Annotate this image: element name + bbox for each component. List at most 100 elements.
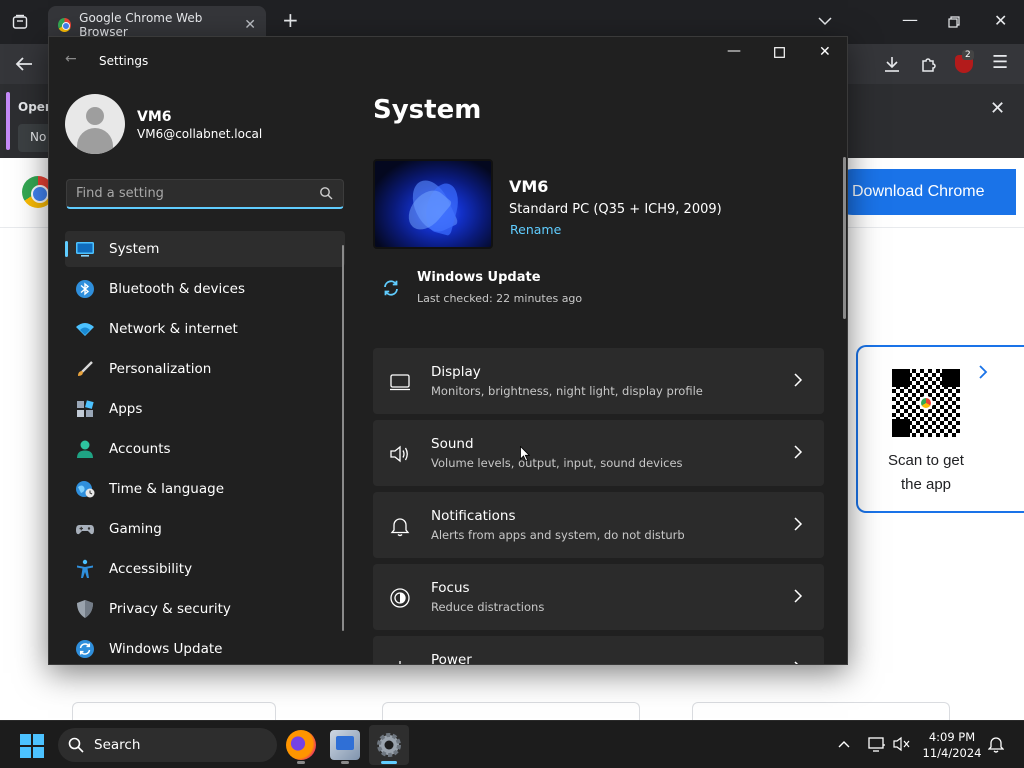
content-scrollbar[interactable] (843, 157, 846, 319)
update-icon (76, 640, 94, 658)
qr-caption-line2: the app (900, 476, 952, 493)
sidebar-scrollbar[interactable] (342, 245, 344, 631)
apps-icon (77, 400, 94, 417)
brush-icon (78, 361, 93, 376)
accessibility-icon (77, 559, 93, 578)
pc-name: VM6 (509, 177, 549, 196)
info-bar-close-icon[interactable]: ✕ (990, 98, 1005, 119)
sidebar-item-personalization[interactable]: Personalization (65, 351, 345, 387)
qr-caption-line1: Scan to get (888, 452, 964, 469)
sidebar-item-gaming[interactable]: Gaming (65, 511, 345, 547)
sidebar-item-accessibility[interactable]: Accessibility (65, 551, 345, 587)
chevron-right-icon[interactable] (978, 365, 988, 379)
qr-caption: Scan to get the app (858, 449, 994, 497)
avatar[interactable] (65, 94, 125, 154)
sidebar-item-bluetooth[interactable]: Bluetooth & devices (65, 271, 345, 307)
notification-bell-icon[interactable] (988, 735, 1004, 753)
tab-list-chevron-icon[interactable] (818, 16, 832, 26)
mouse-cursor-icon (520, 446, 530, 462)
speaker-icon (390, 445, 408, 463)
maximize-icon[interactable] (774, 47, 785, 58)
show-hidden-icons-chevron-icon[interactable] (838, 740, 850, 748)
clock-date: 11/4/2024 (922, 746, 982, 760)
globe-clock-icon (76, 481, 95, 498)
card-subtitle: Alerts from apps and system, do not dist… (431, 528, 685, 542)
monitor-icon (390, 374, 410, 391)
user-name: VM6 (137, 109, 172, 125)
card-title: Focus (431, 580, 470, 596)
sidebar-item-label: Privacy & security (109, 601, 231, 617)
tab-close-icon[interactable]: ✕ (244, 17, 256, 33)
remote-desktop-icon[interactable] (330, 730, 360, 760)
settings-window: ← Settings — ✕ VM6 VM6@collabnet.local S… (48, 36, 848, 665)
restore-icon[interactable] (948, 16, 960, 28)
focus-icon (390, 588, 410, 608)
sidebar-item-system[interactable]: System (65, 231, 345, 267)
tab-search-icon[interactable] (12, 14, 28, 30)
wifi-icon (76, 323, 94, 336)
taskbar-search-label: Search (94, 737, 141, 753)
info-bar-accent (6, 92, 10, 150)
firefox-icon[interactable] (286, 730, 316, 760)
sidebar-item-accounts[interactable]: Accounts (65, 431, 345, 467)
settings-gear-icon[interactable] (374, 730, 404, 760)
sidebar-item-label: Bluetooth & devices (109, 281, 246, 297)
chrome-close-icon[interactable]: ✕ (994, 13, 1007, 29)
sidebar-item-network[interactable]: Network & internet (65, 311, 345, 347)
sidebar-item-label: Apps (109, 401, 143, 417)
taskbar-clock[interactable]: 4:09 PM 11/4/2024 (922, 729, 982, 761)
search-icon[interactable] (319, 186, 333, 200)
card-subtitle: Reduce distractions (431, 600, 545, 614)
card-sound[interactable]: Sound Volume levels, output, input, soun… (373, 420, 824, 486)
system-icon (76, 242, 94, 257)
qr-card[interactable]: Scan to get the app (856, 345, 1024, 513)
network-monitor-icon[interactable] (868, 735, 886, 753)
pc-model: Standard PC (Q35 + ICH9, 2009) (509, 202, 722, 217)
download-icon[interactable] (883, 55, 901, 73)
minimize-icon[interactable]: — (727, 43, 741, 59)
tab-title: Google Chrome Web Browser (79, 11, 203, 39)
sidebar-item-apps[interactable]: Apps (65, 391, 345, 427)
card-subtitle: Monitors, brightness, night light, displ… (431, 384, 703, 398)
sidebar-item-time-language[interactable]: Time & language (65, 471, 345, 507)
sidebar-item-label: Windows Update (109, 641, 223, 657)
sidebar-item-label: System (109, 241, 160, 257)
wallpaper-thumbnail (373, 159, 493, 249)
sidebar-item-windows-update[interactable]: Windows Update (65, 631, 345, 664)
chrome-favicon-icon (58, 18, 72, 32)
volume-muted-icon[interactable] (893, 736, 911, 752)
search-input[interactable] (66, 179, 344, 209)
sidebar-item-label: Personalization (109, 361, 212, 377)
sidebar-item-label: Accessibility (109, 561, 193, 577)
page-card (382, 702, 640, 722)
card-focus[interactable]: Focus Reduce distractions (373, 564, 824, 630)
sidebar-item-privacy-security[interactable]: Privacy & security (65, 591, 345, 627)
card-display[interactable]: Display Monitors, brightness, night ligh… (373, 348, 824, 414)
qr-chrome-logo-icon (919, 396, 933, 410)
clock-time: 4:09 PM (928, 730, 976, 744)
back-arrow-icon[interactable] (15, 56, 33, 72)
taskbar-active-indicator (381, 761, 397, 764)
sidebar-item-label: Time & language (109, 481, 225, 497)
card-title: Display (431, 364, 481, 380)
page-card (72, 702, 276, 722)
extensions-puzzle-icon[interactable] (920, 55, 938, 73)
accounts-icon (77, 440, 93, 458)
taskbar-search[interactable]: Search (58, 728, 277, 762)
user-email: VM6@collabnet.local (137, 127, 263, 141)
windows-update-status: Last checked: 22 minutes ago (417, 292, 583, 305)
rename-link[interactable]: Rename (510, 222, 561, 237)
new-tab-icon[interactable]: + (282, 10, 299, 30)
taskbar: Search 4:09 PM 11/4/2024 (0, 720, 1024, 768)
minimize-icon[interactable]: — (902, 12, 918, 28)
windows-update-title[interactable]: Windows Update (417, 270, 541, 285)
windows-start-icon[interactable] (20, 734, 44, 758)
download-chrome-button[interactable]: Download Chrome (830, 169, 1016, 215)
card-power[interactable]: Power (373, 636, 824, 664)
chevron-right-icon (794, 661, 799, 664)
chrome-menu-icon[interactable]: ☰ (992, 54, 1008, 72)
card-notifications[interactable]: Notifications Alerts from apps and syste… (373, 492, 824, 558)
close-icon[interactable]: ✕ (819, 44, 831, 60)
gamepad-icon (76, 525, 94, 535)
back-arrow-icon[interactable]: ← (65, 51, 77, 67)
